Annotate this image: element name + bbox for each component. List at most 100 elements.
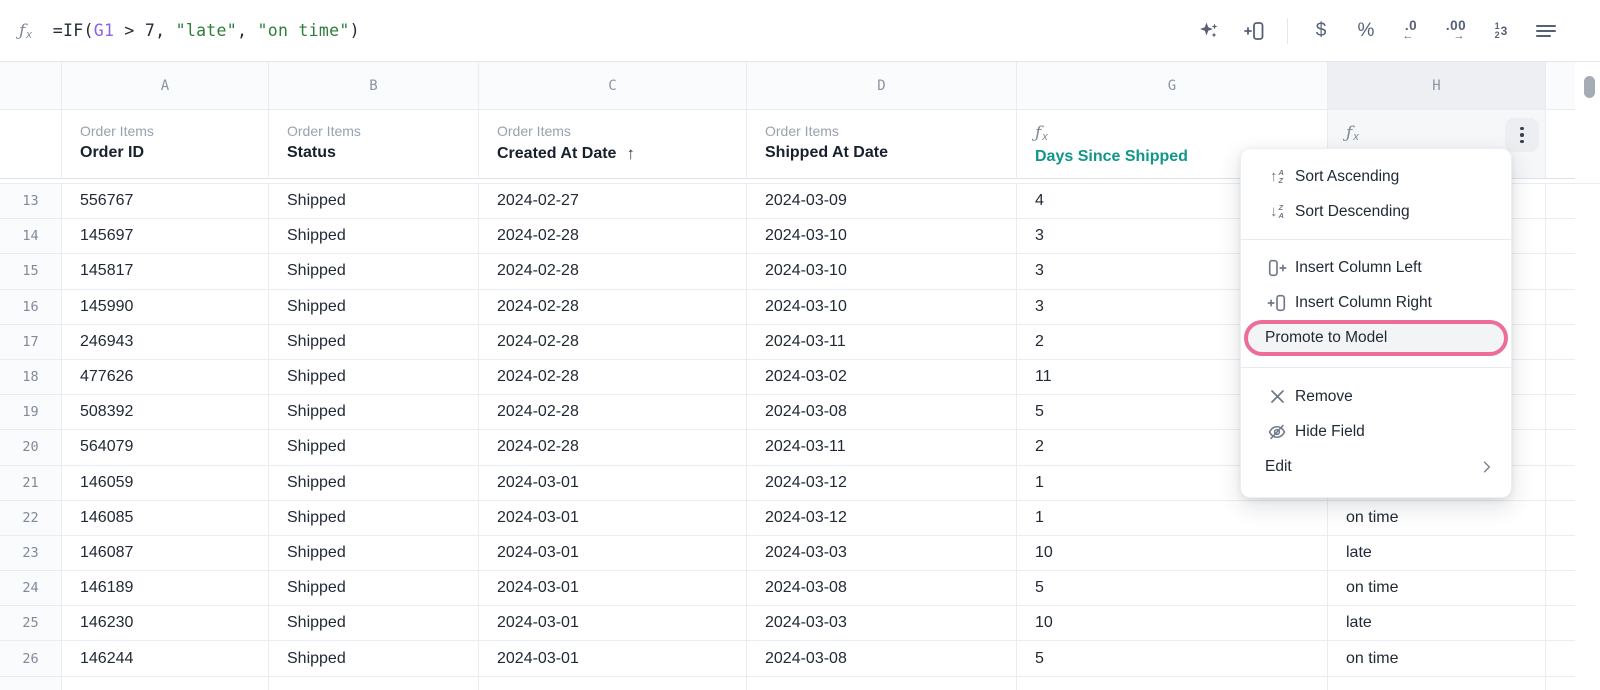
cell-status[interactable]: Shipped <box>269 289 479 325</box>
cell-late-or-on-time[interactable]: on time <box>1328 500 1546 536</box>
cell-status[interactable]: Shipped <box>269 571 479 607</box>
cell-order-id[interactable]: 145697 <box>62 219 269 255</box>
percent-format-icon[interactable]: % <box>1354 16 1378 46</box>
menu-item-hide-field[interactable]: Hide Field <box>1241 414 1511 449</box>
cell-shipped-at[interactable]: 2024-03-10 <box>747 254 1017 290</box>
cell-late-or-on-time[interactable]: late <box>1328 606 1546 642</box>
column-letter-d[interactable]: D <box>747 62 1017 110</box>
cell-created-at[interactable]: 2024-02-28 <box>479 254 747 290</box>
cell-late-or-on-time[interactable]: late <box>1328 535 1546 572</box>
cell-status[interactable]: Shipped <box>269 184 479 220</box>
field-header-created-at-date[interactable]: Order Items Created At Date ↑ <box>479 110 747 179</box>
row-number[interactable]: 25 <box>0 606 62 642</box>
cell-days-since-shipped[interactable]: 10 <box>1017 535 1328 572</box>
cell-order-id[interactable]: 146085 <box>62 500 269 536</box>
column-letter-a[interactable]: A <box>62 62 269 110</box>
cell-created-at[interactable]: 2024-03-01 <box>479 535 747 572</box>
menu-item-insert-column-right[interactable]: Insert Column Right <box>1241 285 1511 320</box>
column-options-kebab-button[interactable] <box>1505 118 1539 152</box>
formula-input[interactable]: =IF(G1 > 7, "late", "on time") <box>53 21 360 40</box>
cell-shipped-at[interactable]: 2024-03-08 <box>747 395 1017 431</box>
row-number[interactable]: 16 <box>0 289 62 325</box>
cell-created-at[interactable]: 2024-02-27 <box>479 184 747 220</box>
ai-sparkles-icon[interactable] <box>1197 16 1221 46</box>
cell-days-since-shipped[interactable]: 5 <box>1017 641 1328 677</box>
cell-shipped-at[interactable]: 2024-03-12 <box>747 500 1017 536</box>
grid-corner[interactable] <box>0 62 62 110</box>
cell-created-at[interactable]: 2024-02-28 <box>479 430 747 466</box>
row-number[interactable]: 15 <box>0 254 62 290</box>
cell-order-id[interactable]: 508392 <box>62 395 269 431</box>
cell-order-id[interactable]: 145817 <box>62 254 269 290</box>
cell-order-id[interactable]: 146189 <box>62 571 269 607</box>
cell-status[interactable]: Shipped <box>269 395 479 431</box>
cell-created-at[interactable]: 2024-03-01 <box>479 500 747 536</box>
row-number[interactable]: 23 <box>0 535 62 572</box>
cell-shipped-at[interactable]: 2024-03-11 <box>747 324 1017 360</box>
cell-order-id[interactable]: 145990 <box>62 289 269 325</box>
cell-order-id[interactable]: 246943 <box>62 324 269 360</box>
column-letter-c[interactable]: C <box>479 62 747 110</box>
cell-shipped-at[interactable]: 2024-03-11 <box>747 430 1017 466</box>
field-header-status[interactable]: Order Items Status <box>269 110 479 179</box>
cell-status[interactable]: Shipped <box>269 219 479 255</box>
menu-item-edit[interactable]: Edit <box>1241 449 1511 484</box>
cell-created-at[interactable]: 2024-03-01 <box>479 641 747 677</box>
cell-status[interactable]: Shipped <box>269 324 479 360</box>
cell-late-or-on-time[interactable]: on time <box>1328 641 1546 677</box>
cell-order-id[interactable]: 564079 <box>62 430 269 466</box>
cell-created-at[interactable]: 2024-02-28 <box>479 395 747 431</box>
cell-late-or-on-time[interactable]: on time <box>1328 571 1546 607</box>
cell-created-at[interactable]: 2024-03-01 <box>479 571 747 607</box>
column-letter-b[interactable]: B <box>269 62 479 110</box>
field-header-shipped-at-date[interactable]: Order Items Shipped At Date <box>747 110 1017 179</box>
cell-status[interactable]: Shipped <box>269 430 479 466</box>
column-letter-h[interactable]: H <box>1328 62 1546 110</box>
cell-created-at[interactable]: 2024-03-01 <box>479 606 747 642</box>
cell-order-id[interactable]: 146230 <box>62 606 269 642</box>
cell-status[interactable]: Shipped <box>269 535 479 572</box>
cell-status[interactable]: Shipped <box>269 641 479 677</box>
cell-shipped-at[interactable]: 2024-03-10 <box>747 219 1017 255</box>
menu-item-remove[interactable]: Remove <box>1241 379 1511 414</box>
menu-item-sort-descending[interactable]: ↓ Z A Sort Descending <box>1241 194 1511 229</box>
row-number[interactable]: 14 <box>0 219 62 255</box>
cell-shipped-at[interactable]: 2024-03-12 <box>747 465 1017 501</box>
field-header-order-id[interactable]: Order Items Order ID <box>62 110 269 179</box>
cell-days-since-shipped[interactable]: 5 <box>1017 571 1328 607</box>
menu-item-sort-ascending[interactable]: ↑ A Z Sort Ascending <box>1241 159 1511 194</box>
cell-created-at[interactable]: 2024-02-28 <box>479 289 747 325</box>
row-number[interactable]: 13 <box>0 184 62 220</box>
cell-order-id[interactable]: 146059 <box>62 465 269 501</box>
menu-item-insert-column-left[interactable]: Insert Column Left <box>1241 250 1511 285</box>
cell-created-at[interactable]: 2024-02-28 <box>479 359 747 396</box>
row-number[interactable]: 26 <box>0 641 62 677</box>
currency-format-icon[interactable]: $ <box>1309 16 1333 46</box>
cell-created-at[interactable]: 2024-03-01 <box>479 465 747 501</box>
cell-order-id[interactable]: 146244 <box>62 641 269 677</box>
cell-status[interactable]: Shipped <box>269 359 479 396</box>
increase-decimals-icon[interactable]: .00 → <box>1444 16 1468 46</box>
cell-created-at[interactable]: 2024-02-28 <box>479 324 747 360</box>
cell-status[interactable]: Shipped <box>269 465 479 501</box>
cell-order-id[interactable]: 146087 <box>62 535 269 572</box>
row-number[interactable]: 24 <box>0 571 62 607</box>
cell-shipped-at[interactable]: 2024-03-08 <box>747 571 1017 607</box>
cell-status[interactable]: Shipped <box>269 254 479 290</box>
cell-shipped-at[interactable]: 2024-03-09 <box>747 184 1017 220</box>
cell-days-since-shipped[interactable]: 1 <box>1017 500 1328 536</box>
cell-days-since-shipped[interactable]: 10 <box>1017 606 1328 642</box>
number-format-icon[interactable]: 123 <box>1489 16 1513 46</box>
cell-shipped-at[interactable]: 2024-03-03 <box>747 606 1017 642</box>
row-number[interactable]: 19 <box>0 395 62 431</box>
cell-status[interactable]: Shipped <box>269 500 479 536</box>
cell-created-at[interactable]: 2024-02-28 <box>479 219 747 255</box>
menu-icon[interactable] <box>1534 16 1558 46</box>
row-number[interactable]: 18 <box>0 359 62 396</box>
cell-status[interactable]: Shipped <box>269 606 479 642</box>
cell-shipped-at[interactable]: 2024-03-08 <box>747 641 1017 677</box>
row-number[interactable]: 22 <box>0 500 62 536</box>
decrease-decimals-icon[interactable]: .0 ← <box>1399 16 1423 46</box>
vertical-scrollbar-thumb[interactable] <box>1584 76 1595 98</box>
cell-shipped-at[interactable]: 2024-03-03 <box>747 535 1017 572</box>
